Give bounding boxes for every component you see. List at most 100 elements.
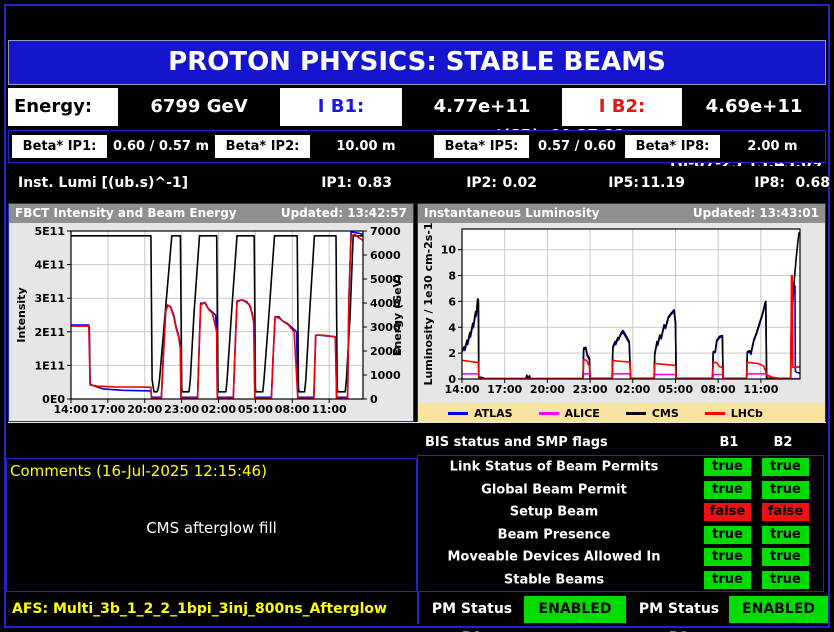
svg-text:0: 0: [448, 373, 456, 386]
status-badge: true: [762, 480, 809, 499]
svg-text:7000: 7000: [370, 225, 401, 238]
status-badge: true: [762, 548, 809, 567]
bis-row-label: Moveable Devices Allowed In: [447, 549, 661, 565]
legend-label: ALICE: [564, 406, 600, 420]
svg-text:20:00: 20:00: [127, 403, 162, 416]
status-badge: false: [704, 503, 751, 522]
legend-label: CMS: [651, 406, 679, 420]
inst-lumi-row: Inst. Lumi [(ub.s)^-1] IP1: 0.83 IP2: 0.…: [8, 166, 830, 200]
legend-label: LHCb: [730, 406, 763, 420]
lumi-panel-titlebar: Instantaneous Luminosity Updated: 13:43:…: [418, 204, 825, 223]
fbct-intensity-panel: FBCT Intensity and Beam Energy Updated: …: [8, 203, 414, 422]
fbct-panel-updated: Updated: 13:42:57: [280, 206, 407, 220]
legend-item-alice: ALICE: [538, 406, 600, 420]
ib1-value: 4.77e+11: [402, 88, 562, 126]
svg-text:Energy (GeV): Energy (GeV): [391, 274, 404, 356]
footer-bar: AFS: Multi_3b_1_2_2_1bpi_3inj_800ns_Afte…: [6, 592, 828, 632]
svg-text:05:00: 05:00: [238, 403, 273, 416]
svg-text:Intensity: Intensity: [15, 287, 28, 342]
svg-text:17:00: 17:00: [487, 383, 522, 396]
ib2-label: I B2:: [562, 88, 682, 126]
energy-label: Energy:: [8, 88, 118, 126]
svg-text:2: 2: [448, 347, 456, 360]
svg-text:02:00: 02:00: [615, 383, 650, 396]
status-badge: true: [704, 458, 751, 477]
lumi-ip5-label: IP5:: [608, 175, 639, 191]
svg-text:10: 10: [441, 244, 457, 257]
beta-star-row: Beta* IP1: 0.60 / 0.57 m Beta* IP2: 10.0…: [8, 130, 826, 185]
pm-status-b2-label: PM Status B2: [638, 601, 720, 632]
legend-item-lhcb: LHCb: [704, 406, 763, 420]
svg-text:4: 4: [448, 321, 456, 334]
inst-lumi-panel: Instantaneous Luminosity Updated: 13:43:…: [417, 203, 826, 423]
status-badge: true: [704, 570, 751, 589]
svg-text:17:00: 17:00: [90, 403, 125, 416]
svg-text:6000: 6000: [370, 249, 401, 262]
legend-line-icon: [538, 411, 559, 415]
lhc-page1-screen: LHC Page1 Fill: 10843 E: 6799 GeV t(SB):…: [0, 0, 834, 632]
status-badge: true: [704, 548, 751, 567]
bis-row-setup-beam: Setup Beam false false: [418, 501, 823, 524]
bis-title: BIS status and SMP flags: [425, 435, 608, 450]
beta-ip5-value: 0.57 / 0.60 m: [538, 139, 616, 185]
svg-text:0E0: 0E0: [42, 393, 65, 406]
beta-ip1-value: 0.60 / 0.57 m: [112, 139, 210, 154]
fbct-panel-title: FBCT Intensity and Beam Energy: [15, 206, 237, 220]
svg-text:Luminosity / 1e30 cm-2s-1: Luminosity / 1e30 cm-2s-1: [422, 223, 435, 386]
lumi-ip2-value: 0.02: [502, 175, 537, 191]
legend-item-atlas: ATLAS: [448, 407, 513, 420]
svg-text:05:00: 05:00: [658, 383, 693, 396]
beam-info-row: Energy: 6799 GeV I B1: 4.77e+11 I B2: 4.…: [8, 88, 826, 126]
footer-divider: [417, 592, 419, 624]
bis-b1-col: B1: [719, 435, 739, 450]
svg-text:1E11: 1E11: [35, 359, 65, 372]
legend-line-icon: [704, 411, 725, 415]
beta-ip8-label: Beta* IP8:: [625, 135, 720, 158]
lumi-ip5-value: 11.19: [640, 175, 685, 191]
status-badge: true: [704, 480, 751, 499]
status-badge: false: [762, 503, 809, 522]
beta-ip2-label: Beta* IP2:: [215, 135, 310, 158]
comments-title: Comments (16-Jul-2025 12:15:46): [10, 462, 267, 480]
svg-text:4E11: 4E11: [35, 259, 65, 272]
svg-text:11:00: 11:00: [312, 403, 347, 416]
svg-text:23:00: 23:00: [164, 403, 199, 416]
lumi-ip1-label: IP1:: [321, 175, 352, 191]
energy-value: 6799 GeV: [118, 88, 280, 126]
svg-text:20:00: 20:00: [530, 383, 565, 396]
svg-text:08:00: 08:00: [701, 383, 736, 396]
lumi-ip8-label: IP8:: [754, 175, 785, 191]
lumi-panel-updated: Updated: 13:43:01: [692, 206, 819, 220]
status-badge: true: [762, 570, 809, 589]
svg-text:11:00: 11:00: [743, 383, 778, 396]
pm-status-b1-label: PM Status B1: [431, 601, 513, 632]
legend-line-icon: [448, 411, 468, 415]
charts-bottom-separator: [8, 422, 826, 423]
ib1-label: I B1:: [280, 88, 402, 126]
bis-row-moveable-devices: Moveable Devices Allowed In true true: [418, 546, 823, 569]
pm-status-b1-badge: ENABLED: [524, 596, 626, 623]
svg-text:8: 8: [448, 270, 456, 283]
bis-row-label: Global Beam Permit: [481, 482, 627, 498]
lumi-ip1-value: 0.83: [357, 175, 392, 191]
svg-text:6: 6: [448, 295, 456, 308]
fbct-intensity-chart: 14:00 17:00 20:00 23:00 02:00 05:00 08:00 11:00…: [15, 225, 404, 416]
svg-text:3E11: 3E11: [35, 292, 65, 305]
lumi-panel-title: Instantaneous Luminosity: [424, 206, 600, 220]
bis-header: BIS status and SMP flags B1 B2: [417, 431, 824, 455]
comments-body: CMS afterglow fill: [146, 519, 277, 537]
legend-item-cms: CMS: [625, 406, 679, 420]
lumi-ip8-value: 0.68: [795, 175, 830, 191]
bis-flags-panel: Link Status of Beam Permits true true Gl…: [417, 455, 824, 592]
legend-line-icon: [625, 411, 646, 415]
bis-b2-col: B2: [773, 435, 793, 450]
status-badge: true: [704, 525, 751, 544]
beta-ip5-label: Beta* IP5:: [434, 135, 529, 158]
svg-text:0: 0: [370, 393, 378, 406]
status-badge: true: [762, 525, 809, 544]
ib2-value: 4.69e+11: [682, 88, 826, 126]
svg-text:1000: 1000: [370, 369, 401, 382]
bis-row-label: Link Status of Beam Permits: [449, 459, 659, 475]
bis-row-global-permit: Global Beam Permit true true: [418, 479, 823, 502]
svg-text:08:00: 08:00: [275, 403, 310, 416]
